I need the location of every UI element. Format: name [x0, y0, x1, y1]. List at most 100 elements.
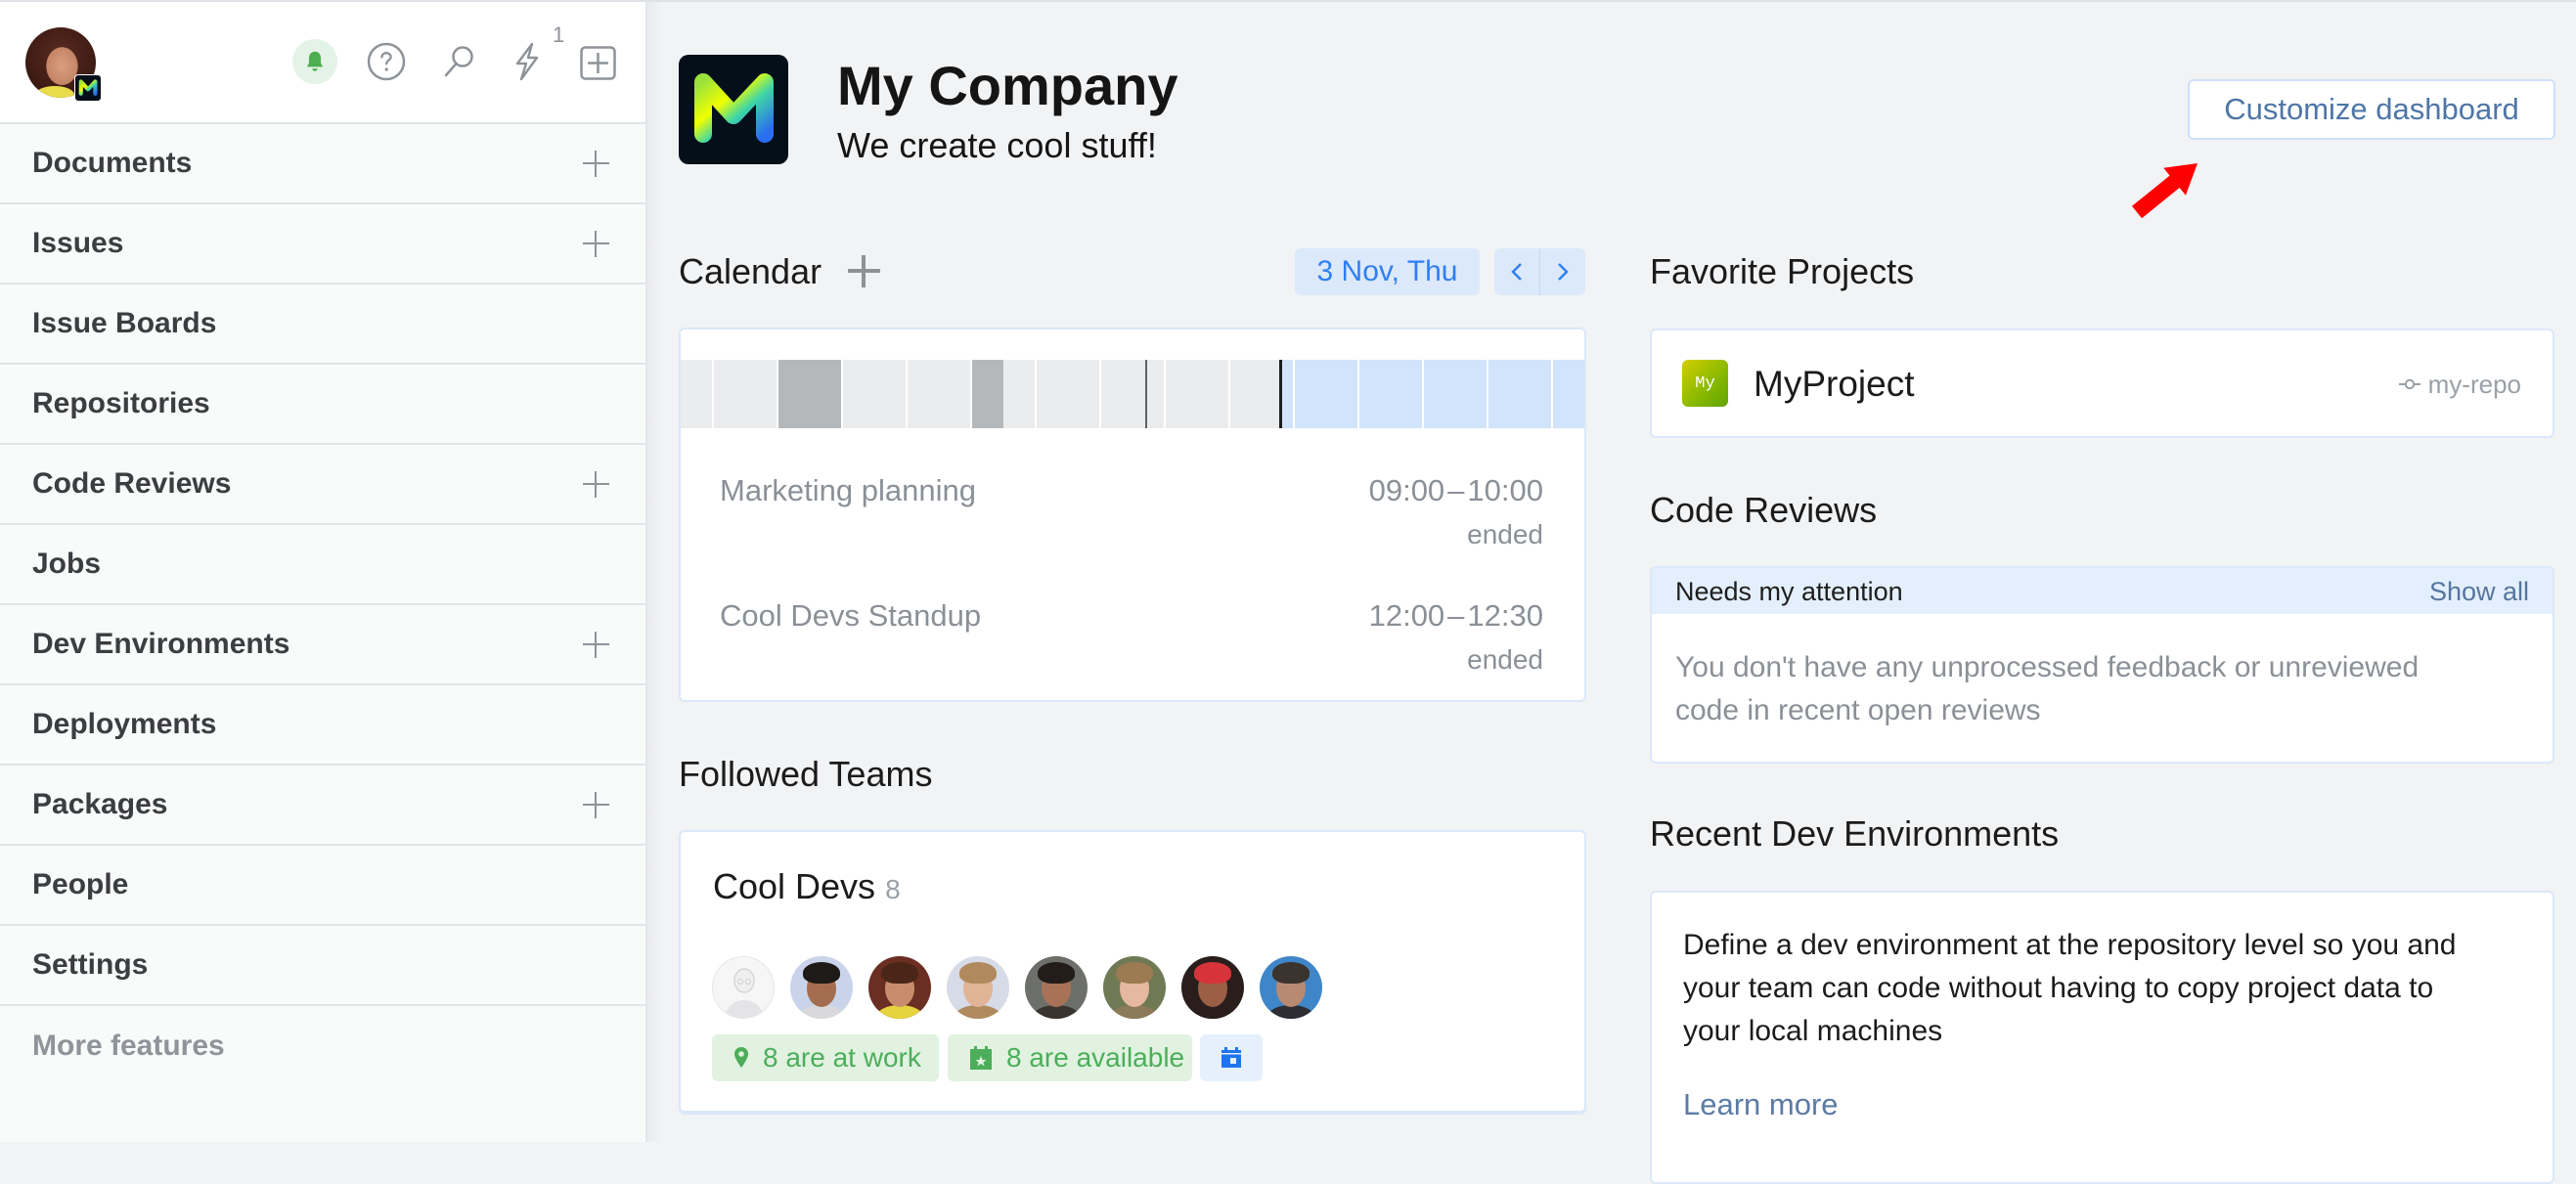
- org-logo-badge: [74, 74, 102, 102]
- sidebar-item-label: Jobs: [32, 548, 102, 580]
- quick-actions-badge: 1: [553, 22, 565, 47]
- timeline-hour-divider: [1487, 360, 1488, 428]
- avatar-shirt: [35, 86, 74, 98]
- event-time: 12:00–12:30: [1369, 598, 1543, 634]
- team-member-avatar[interactable]: [947, 956, 1009, 1019]
- annotation-arrow-icon: [2132, 163, 2198, 219]
- team-member-avatar[interactable]: [868, 956, 931, 1019]
- event-time: 09:00–10:00: [1369, 473, 1543, 508]
- project-row[interactable]: My MyProject my-repo: [1652, 330, 2553, 436]
- sidebar-item-more-features[interactable]: More features: [0, 1006, 645, 1086]
- sidebar-item-documents[interactable]: Documents: [0, 124, 645, 204]
- calendar-card: Marketing planning 09:00–10:00 ended Coo…: [679, 328, 1586, 702]
- sidebar-item-label: Issues: [32, 227, 124, 259]
- team-member-count: 8: [885, 874, 901, 904]
- team-calendar-button[interactable]: [1200, 1034, 1263, 1081]
- calendar-timeline[interactable]: [681, 360, 1584, 428]
- sidebar-shadow: [647, 0, 661, 1142]
- sidebar-item-repositories[interactable]: Repositories: [0, 365, 645, 445]
- available-label: 8 are available: [1006, 1042, 1185, 1073]
- add-package-button[interactable]: [583, 792, 609, 818]
- sidebar-header: 1: [0, 0, 645, 124]
- timeline-hour-divider: [841, 360, 843, 428]
- project-repo-link[interactable]: my-repo: [2398, 370, 2521, 399]
- event-title: Cool Devs Standup: [720, 598, 982, 633]
- sidebar-item-label: Settings: [32, 948, 149, 981]
- timeline-hour-divider: [777, 360, 778, 428]
- dev-environments-title: Recent Dev Environments: [1650, 813, 2060, 854]
- team-member-avatar[interactable]: [1260, 956, 1322, 1019]
- timeline-hour-divider: [1422, 360, 1424, 428]
- project-icon: My: [1682, 360, 1728, 407]
- commit-icon: [2398, 378, 2421, 390]
- add-issue-button[interactable]: [583, 231, 609, 257]
- team-name: Cool Devs: [713, 866, 876, 906]
- add-document-button[interactable]: [583, 151, 609, 177]
- timeline-hour-divider: [1551, 360, 1553, 428]
- team-card: Cool Devs 8 8 are at work 8 are available: [679, 830, 1586, 1113]
- timeline-hour-divider: [970, 360, 972, 428]
- avatar-hair: [1038, 962, 1075, 984]
- sidebar-item-code-reviews[interactable]: Code Reviews: [0, 445, 645, 525]
- sidebar-item-issue-boards[interactable]: Issue Boards: [0, 285, 645, 365]
- event-start-time: 09:00: [1368, 473, 1445, 507]
- timeline-hour-divider: [1035, 360, 1037, 428]
- sidebar-item-dev-environments[interactable]: Dev Environments: [0, 605, 645, 685]
- sidebar-item-people[interactable]: People: [0, 846, 645, 926]
- timeline-hour-divider: [1164, 360, 1166, 428]
- sidebar-item-issues[interactable]: Issues: [0, 204, 645, 285]
- team-member-avatar[interactable]: [712, 956, 775, 1019]
- calendar-date-picker[interactable]: 3 Nov, Thu: [1295, 248, 1480, 295]
- calendar-icon: [1221, 1047, 1241, 1068]
- search-button[interactable]: [441, 44, 476, 79]
- timeline-event-block[interactable]: [777, 360, 842, 428]
- event-start-time: 12:00: [1368, 598, 1445, 633]
- code-reviews-title: Code Reviews: [1650, 490, 1878, 530]
- team-name-link[interactable]: Cool Devs 8: [713, 867, 901, 909]
- available-chip[interactable]: 8 are available: [948, 1034, 1192, 1081]
- show-all-link[interactable]: Show all: [2429, 577, 2529, 606]
- company-logo: [679, 55, 788, 164]
- event-time-separator: –: [1447, 598, 1465, 633]
- create-new-button[interactable]: [580, 46, 616, 80]
- timeline-event-block[interactable]: [971, 360, 1003, 428]
- calendar-event[interactable]: Marketing planning 09:00–10:00 ended: [720, 473, 1543, 561]
- add-event-button[interactable]: [848, 255, 880, 287]
- dev-environments-description: Define a dev environment at the reposito…: [1683, 929, 2457, 1047]
- avatar-body: [876, 1005, 923, 1019]
- window-top-border: [0, 0, 2576, 2]
- company-tagline: We create cool stuff!: [837, 125, 1157, 165]
- quick-actions-button[interactable]: [512, 42, 542, 81]
- project-repo-name: my-repo: [2427, 370, 2521, 399]
- learn-more-link[interactable]: Learn more: [1683, 1083, 1839, 1126]
- calendar-title: Calendar: [679, 251, 822, 291]
- team-member-avatar[interactable]: [1103, 956, 1166, 1019]
- team-member-avatar[interactable]: [790, 956, 853, 1019]
- sidebar: 1 Documents Issues Issue Boards Reposito…: [0, 0, 647, 1142]
- sidebar-item-deployments[interactable]: Deployments: [0, 685, 645, 766]
- timeline-hour-divider: [1357, 360, 1359, 428]
- sidebar-item-settings[interactable]: Settings: [0, 926, 645, 1006]
- timeline-hour-divider: [1099, 360, 1101, 428]
- event-title: Marketing planning: [720, 473, 976, 507]
- timeline-hour-divider: [1228, 360, 1230, 428]
- team-member-avatar[interactable]: [1025, 956, 1088, 1019]
- customize-dashboard-button[interactable]: Customize dashboard: [2188, 79, 2555, 140]
- favorite-projects-card: My MyProject my-repo: [1650, 329, 2554, 438]
- avatar-body: [798, 1005, 845, 1019]
- notifications-button[interactable]: [292, 39, 337, 84]
- timeline-current-time: [1279, 360, 1283, 428]
- sidebar-item-jobs[interactable]: Jobs: [0, 525, 645, 605]
- calendar-event[interactable]: Cool Devs Standup 12:00–12:30 ended: [720, 598, 1543, 686]
- sidebar-item-packages[interactable]: Packages: [0, 766, 645, 846]
- project-name: MyProject: [1754, 364, 1915, 404]
- code-reviews-header: Needs my attention Show all: [1652, 568, 2553, 614]
- team-member-avatar[interactable]: [1181, 956, 1244, 1019]
- help-button[interactable]: [367, 42, 406, 81]
- at-work-chip[interactable]: 8 are at work: [712, 1034, 939, 1081]
- code-reviews-filter[interactable]: Needs my attention: [1675, 577, 1903, 606]
- add-dev-environment-button[interactable]: [583, 632, 609, 658]
- previous-day-button[interactable]: [1494, 248, 1539, 295]
- next-day-button[interactable]: [1540, 248, 1585, 295]
- add-code-review-button[interactable]: [583, 471, 609, 498]
